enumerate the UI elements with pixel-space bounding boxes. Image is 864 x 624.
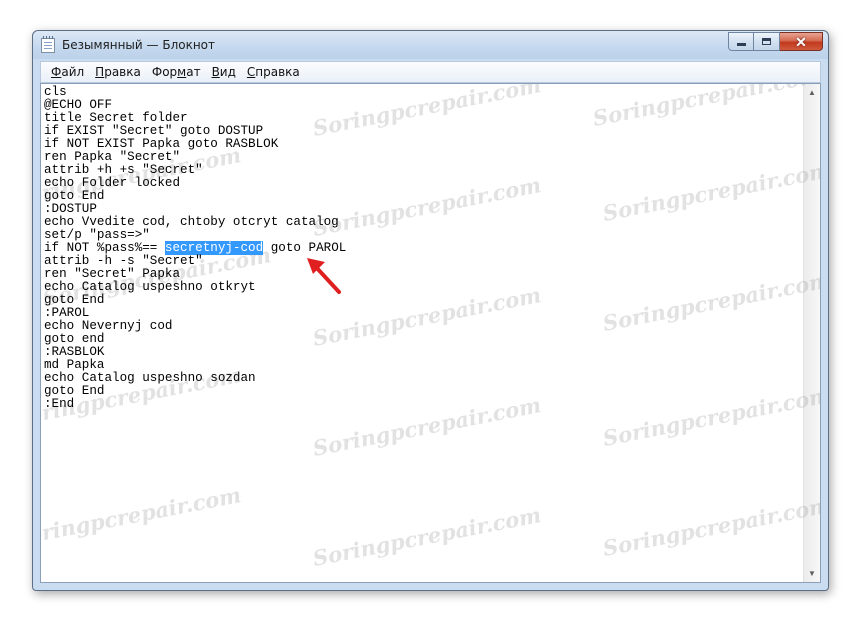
- menu-bar: Файл Правка Формат Вид Справка: [40, 61, 821, 83]
- code-line: echo Catalog uspeshno sozdan: [44, 371, 256, 385]
- title-bar[interactable]: Безымянный — Блокнот ✕: [33, 31, 828, 59]
- minimize-button[interactable]: [728, 32, 754, 51]
- scroll-down-icon[interactable]: ▼: [804, 565, 820, 582]
- menu-view[interactable]: Вид: [207, 65, 241, 79]
- code-line: cls: [44, 85, 67, 99]
- notepad-window: Безымянный — Блокнот ✕ Файл Правка Форма…: [32, 30, 829, 591]
- window-controls: ✕: [728, 32, 823, 51]
- selected-text[interactable]: secretnyj-cod: [164, 241, 264, 255]
- code-line: goto End: [44, 293, 105, 307]
- menu-help[interactable]: Справка: [242, 65, 305, 79]
- menu-format[interactable]: Формат: [147, 65, 206, 79]
- code-line-prefix: if NOT %pass%==: [44, 241, 165, 255]
- code-line: echo Folder locked: [44, 176, 181, 190]
- close-icon: ✕: [795, 33, 807, 50]
- text-editor[interactable]: Soringpcrepair.com Soringpcrepair.com Sori…: [40, 83, 821, 583]
- maximize-icon: [762, 38, 771, 45]
- code-line-suffix: goto PAROL: [263, 241, 347, 255]
- close-button[interactable]: ✕: [780, 32, 823, 51]
- code-line: echo Catalog uspeshno otkryt: [44, 280, 256, 294]
- window-title: Безымянный — Блокнот: [62, 38, 216, 52]
- code-line: echo Nevernyj cod: [44, 319, 173, 333]
- menu-file[interactable]: Файл: [46, 65, 89, 79]
- code-line: echo Vvedite cod, chtoby otcryt catalog: [44, 215, 339, 229]
- code-line: goto End: [44, 384, 105, 398]
- menu-edit[interactable]: Правка: [90, 65, 146, 79]
- code-line: goto End: [44, 189, 105, 203]
- vertical-scrollbar[interactable]: ▲ ▼: [803, 84, 820, 582]
- text-area[interactable]: cls @ECHO OFF title Secret folder if EXI…: [41, 84, 803, 582]
- scroll-up-icon[interactable]: ▲: [804, 84, 820, 101]
- code-line: goto end: [44, 332, 105, 346]
- code-line: :RASBLOK: [44, 345, 105, 359]
- minimize-icon: [736, 43, 746, 46]
- code-line: :End: [44, 397, 75, 411]
- notepad-icon[interactable]: [41, 36, 55, 53]
- red-arrow-icon: [307, 258, 341, 294]
- maximize-button[interactable]: [754, 32, 780, 51]
